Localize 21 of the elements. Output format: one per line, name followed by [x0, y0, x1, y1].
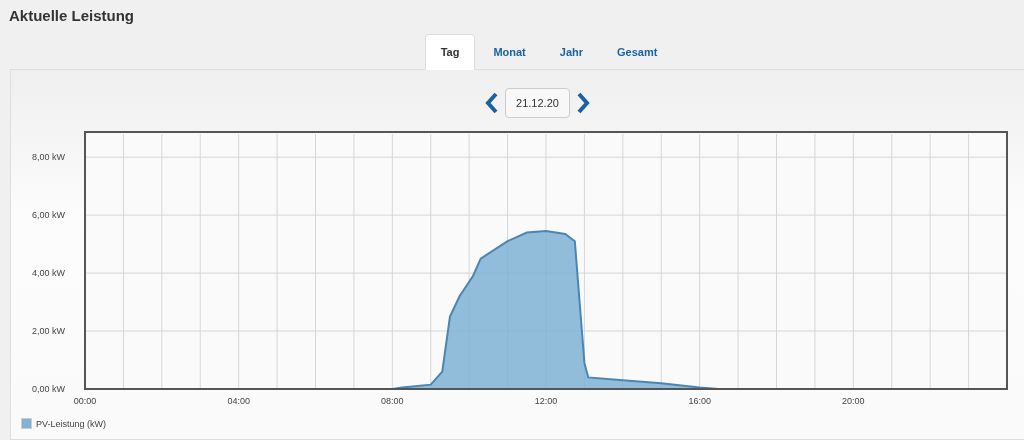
y-tick-label: 4,00 kW [32, 268, 65, 279]
period-tab[interactable]: Monat [477, 34, 542, 70]
x-tick-label: 00:00 [73, 396, 97, 406]
x-tick-label: 08:00 [381, 396, 404, 406]
period-tab[interactable]: Tag [424, 34, 476, 70]
y-tick-label: 0,00 kW [32, 384, 65, 394]
page-title: Aktuelle Leistung [8, 6, 136, 26]
next-icon[interactable] [575, 92, 590, 114]
y-tick-label: 2,00 kW [32, 326, 65, 337]
x-tick-label: 16:00 [688, 396, 711, 406]
legend-label: PV-Leistung (kW) [36, 418, 107, 429]
y-tick-label: 6,00 kW [32, 210, 65, 221]
date-field[interactable]: 21.12.20 [505, 88, 570, 118]
x-tick-label: 12:00 [534, 396, 558, 406]
x-tick-label: 04:00 [227, 396, 250, 406]
x-tick-label: 20:00 [842, 396, 865, 406]
period-tab[interactable]: Gesamt [601, 34, 674, 70]
period-tab[interactable]: Jahr [543, 34, 599, 70]
previous-icon[interactable] [485, 92, 500, 114]
y-tick-label: 8,00 kW [32, 152, 65, 163]
legend-swatch [21, 418, 32, 429]
